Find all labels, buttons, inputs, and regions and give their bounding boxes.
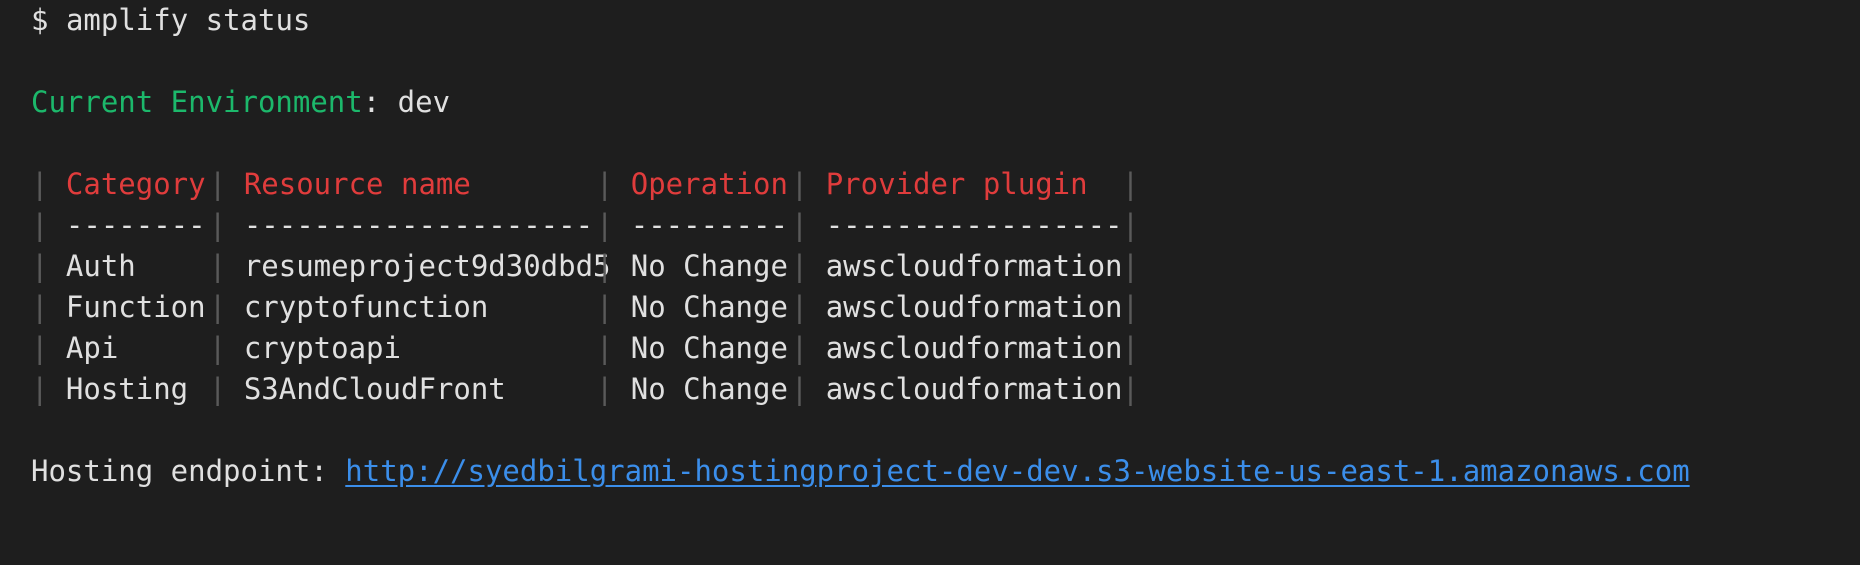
prompt-symbol: $	[31, 3, 49, 37]
row-operation: No Change	[630, 290, 788, 324]
separator-resource-name: --------------------	[243, 208, 594, 242]
endpoint-line: Hosting endpoint: http://syedbilgrami-ho…	[31, 451, 1690, 492]
row-category: Function	[65, 290, 206, 324]
row-operation: No Change	[630, 372, 788, 406]
row-resource-name: cryptofunction	[243, 290, 489, 324]
header-category: Category	[65, 167, 206, 201]
table-row: | Function | cryptofunction | No Change| a…	[31, 287, 1139, 328]
header-resource-name: Resource name	[243, 167, 471, 201]
table-separator-row: | -------- | --------------------| ------…	[31, 205, 1139, 246]
header-provider-plugin: Provider plugin	[825, 167, 1088, 201]
separator-category: --------	[65, 208, 206, 242]
table-row: | Auth | resumeproject9d30dbd5| No Change…	[31, 246, 1139, 287]
row-category: Hosting	[65, 372, 189, 406]
environment-value: dev	[397, 85, 451, 119]
endpoint-label: Hosting endpoint:	[31, 454, 328, 488]
separator-operation: ---------	[630, 208, 788, 242]
row-category: Api	[65, 331, 119, 365]
table-header-row: | Category | Resource name | Operation| Pr…	[31, 164, 1139, 205]
row-operation: No Change	[630, 249, 788, 283]
header-operation: Operation	[630, 167, 788, 201]
row-provider-plugin: awscloudformation	[825, 290, 1123, 324]
row-category: Auth	[65, 249, 136, 283]
row-provider-plugin: awscloudformation	[825, 372, 1123, 406]
command-line: $ amplify status	[31, 0, 310, 41]
table-row: | Api | cryptoapi | No Change| awscloudfor…	[31, 328, 1139, 369]
row-resource-name: S3AndCloudFront	[243, 372, 506, 406]
row-provider-plugin: awscloudformation	[825, 249, 1123, 283]
command-text: amplify status	[65, 3, 311, 37]
row-operation: No Change	[630, 331, 788, 365]
environment-line: Current Environment: dev	[31, 85, 451, 119]
endpoint-link[interactable]: http://syedbilgrami-hostingproject-dev-d…	[345, 454, 1689, 488]
table-row: | Hosting | S3AndCloudFront | No Change| a…	[31, 369, 1139, 410]
row-resource-name: resumeproject9d30dbd5	[243, 249, 611, 283]
row-provider-plugin: awscloudformation	[825, 331, 1123, 365]
environment-label: Current Environment	[31, 85, 363, 119]
separator-provider-plugin: -----------------	[825, 208, 1123, 242]
row-resource-name: cryptoapi	[243, 331, 401, 365]
terminal-output: $ amplify status Current Environment: de…	[0, 0, 1860, 565]
